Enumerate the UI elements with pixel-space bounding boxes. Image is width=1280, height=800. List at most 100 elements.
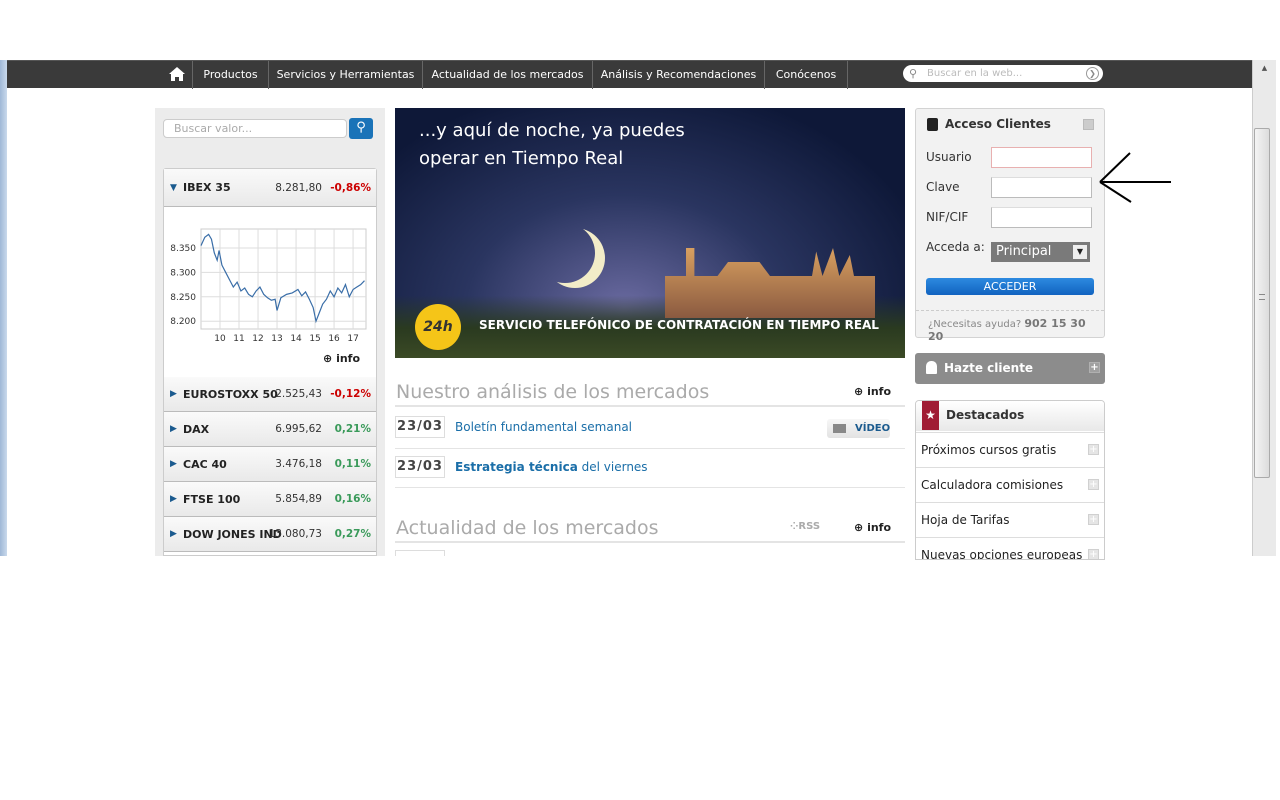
destacados-item-label: Calculadora comisiones [921,478,1064,492]
scrollbar-thumb[interactable] [1254,128,1270,478]
item-date: 23/03 [395,456,445,478]
web-search-input[interactable]: ⚲ Buscar en la web... ❯ [903,65,1103,82]
chevron-down-icon: ▼ [170,183,177,193]
x-tick-label: 12 [252,334,263,344]
index-row[interactable]: ▶ FTSE 100 5.854,89 0,16% [164,482,376,517]
y-tick-label: 8.300 [170,268,196,278]
collapse-icon[interactable] [1083,119,1094,130]
value-search-button[interactable]: ⚲ [349,118,373,139]
x-tick-label: 14 [290,334,302,344]
user-label: Usuario [926,150,972,164]
x-tick-label: 10 [214,334,226,344]
index-value: 5.854,89 [275,493,322,505]
analysis-link-estrategia[interactable]: Estrategia técnica del viernes [455,460,648,474]
index-row[interactable]: ▶ DAX 6.995,62 0,21% [164,412,376,447]
window-border [0,60,7,556]
index-value: 2.525,43 [275,388,322,400]
index-change: 0,21% [334,423,371,435]
destacados-title: Destacados [946,408,1025,422]
analysis-heading: Nuestro análisis de los mercados [396,381,710,403]
index-row-ibex[interactable]: ▼ IBEX 35 8.281,80 -0,86% [164,169,376,207]
nif-input[interactable] [991,207,1092,228]
destacados-item[interactable]: Próximos cursos gratis + [916,432,1104,467]
index-change: -0,12% [330,388,371,400]
expand-icon: + [1088,514,1099,525]
index-change: 0,11% [334,458,371,470]
video-camera-icon [833,424,846,433]
nav-actualidad[interactable]: Actualidad de los mercados [422,61,592,89]
link-rest: del viernes [577,460,648,474]
index-change: 0,16% [334,493,371,505]
help-text: ¿Necesitas ayuda? 902 15 30 20 [928,317,1104,343]
chart-plot-area [200,228,367,330]
x-tick-label: 17 [347,334,358,344]
help-label: ¿Necesitas ayuda? [928,319,1022,330]
moon-icon [545,228,605,288]
user-input[interactable] [991,147,1092,168]
expand-icon: + [1088,444,1099,455]
hazte-cliente-button[interactable]: Hazte cliente + [915,353,1105,384]
nav-productos[interactable]: Productos [192,61,268,89]
chevron-right-icon: ▶ [170,529,177,539]
x-tick-label: 11 [233,334,244,344]
nav-servicios[interactable]: Servicios y Herramientas [268,61,422,89]
acceder-button[interactable]: ACCEDER [926,278,1094,295]
ibex-info-link[interactable]: ⊕ info [323,352,360,365]
indices-panel: ▼ IBEX 35 8.281,80 -0,86% 10 11 12 13 14 15 16… [163,168,377,556]
news-info-link[interactable]: ⊕ info [854,521,891,534]
news-heading: Actualidad de los mercados [396,517,659,539]
index-value: 13.080,73 [268,528,322,540]
star-icon: ★ [922,401,939,430]
plus-circle-icon: ⊕ [323,352,333,365]
nav-analisis[interactable]: Análisis y Recomendaciones [592,61,764,89]
expand-icon: + [1088,549,1099,560]
search-icon: ⚲ [909,67,918,80]
chevron-right-icon: ▶ [170,389,177,399]
chevron-right-icon: ▶ [170,494,177,504]
expand-icon: + [1088,479,1099,490]
destacados-item-label: Nuevas opciones europeas [921,548,1083,560]
link-bold: Estrategia técnica [455,460,578,474]
chevron-down-icon: ▼ [1073,245,1087,259]
plus-circle-icon: ⊕ [854,521,864,534]
go-arrow-icon[interactable]: ❯ [1086,67,1099,80]
password-input[interactable] [991,177,1092,198]
video-label: VÍDEO [855,423,891,434]
destacados-item-label: Hoja de Tarifas [921,513,1010,527]
destacados-item-label: Próximos cursos gratis [921,443,1057,457]
home-icon[interactable] [162,61,192,89]
destacados-panel: ★ Destacados Próximos cursos gratis + Calc… [915,400,1105,560]
user-icon [926,361,937,374]
hazte-label: Hazte cliente [944,361,1034,375]
banner-headline: ...y aquí de noche, ya puedes [419,120,685,141]
rss-link[interactable]: ⁘RSS [790,521,820,532]
login-panel: Acceso Clientes Usuario Clave NIF/CIF Ac… [915,108,1105,343]
index-value: 3.476,18 [275,458,322,470]
index-row[interactable]: ▶ CAC 40 3.476,18 0,11% [164,447,376,482]
video-button[interactable]: VÍDEO [827,419,890,438]
promo-banner[interactable]: ...y aquí de noche, ya puedes operar en … [395,108,905,358]
chevron-right-icon: ▶ [170,424,177,434]
nav-conocenos[interactable]: Conócenos [764,61,848,89]
value-search-input[interactable]: Buscar valor... [163,119,347,138]
destacados-item[interactable]: Hoja de Tarifas + [916,502,1104,537]
destacados-item[interactable]: Nuevas opciones europeas + [916,537,1104,560]
sun-badge: 24h [415,304,461,350]
access-select[interactable]: Principal ▼ [991,242,1090,262]
value-search-placeholder: Buscar valor... [174,122,253,135]
analysis-link-boletin[interactable]: Boletín fundamental semanal [455,420,632,434]
info-label: info [867,385,892,398]
item-date: 23/03 [395,416,445,438]
password-label: Clave [926,180,960,194]
destacados-item[interactable]: Calculadora comisiones + [916,467,1104,502]
index-name: CAC 40 [183,458,227,471]
index-change: -0,86% [330,182,371,194]
index-name: EUROSTOXX 50 [183,388,278,401]
analysis-info-link[interactable]: ⊕ info [854,385,891,398]
index-row[interactable]: ▶ DOW JONES IND 13.080,73 0,27% [164,517,376,552]
y-tick-label: 8.250 [170,293,196,303]
chevron-right-icon: ▶ [170,459,177,469]
x-tick-label: 15 [309,334,320,344]
index-value: 8.281,80 [275,182,322,194]
index-row[interactable]: ▶ EUROSTOXX 50 2.525,43 -0,12% [164,377,376,412]
